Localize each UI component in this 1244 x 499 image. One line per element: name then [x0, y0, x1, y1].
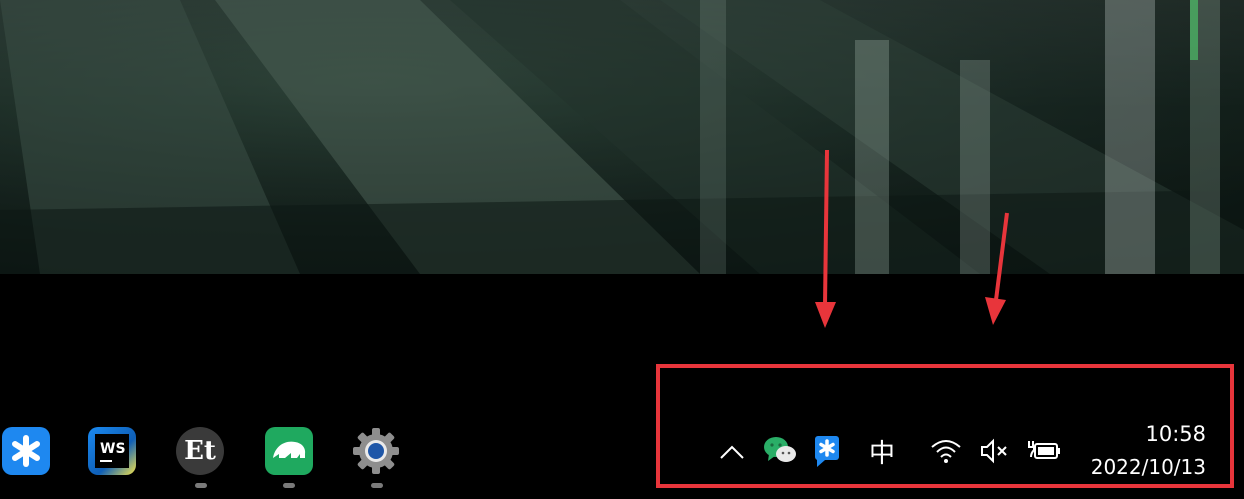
taskbar-app-everything[interactable]: Et — [176, 427, 224, 475]
taskbar-app-axure[interactable] — [265, 427, 313, 475]
clock-time[interactable]: 10:58 — [1145, 422, 1206, 446]
annotation-arrow-right — [985, 212, 1009, 325]
taskbar-app-settings[interactable] — [352, 427, 400, 475]
lark-asterisk-icon — [815, 436, 839, 467]
taskbar-app-lark[interactable] — [2, 427, 50, 475]
battery-charging-icon — [1028, 441, 1060, 459]
wechat-icon — [764, 437, 796, 462]
green-animal-icon — [273, 441, 306, 458]
tray-lark[interactable] — [813, 434, 841, 468]
taskbar-app-webstorm[interactable]: WS — [88, 427, 136, 475]
wifi-icon — [931, 440, 961, 463]
volume-muted-icon — [981, 438, 1007, 464]
running-indicator — [195, 483, 207, 488]
lark-asterisk-icon — [12, 435, 40, 467]
everything-icon: Et — [184, 436, 216, 466]
show-hidden-icons-button[interactable] — [716, 438, 748, 466]
webstorm-icon: WS — [95, 434, 129, 468]
running-indicator — [371, 483, 383, 488]
input-method-indicator[interactable]: 中 — [862, 434, 902, 469]
running-indicator — [283, 483, 295, 488]
tray-volume[interactable] — [977, 436, 1013, 466]
tray-wechat[interactable] — [762, 434, 798, 466]
tray-network[interactable] — [928, 436, 964, 466]
clock-date[interactable]: 2022/10/13 — [1091, 455, 1206, 479]
ime-label: 中 — [868, 438, 895, 469]
webstorm-label: WS — [100, 440, 126, 457]
gear-icon — [353, 428, 399, 474]
tray-battery[interactable] — [1026, 436, 1062, 466]
annotation-arrow-left — [815, 149, 836, 328]
chevron-up-icon — [720, 445, 744, 459]
